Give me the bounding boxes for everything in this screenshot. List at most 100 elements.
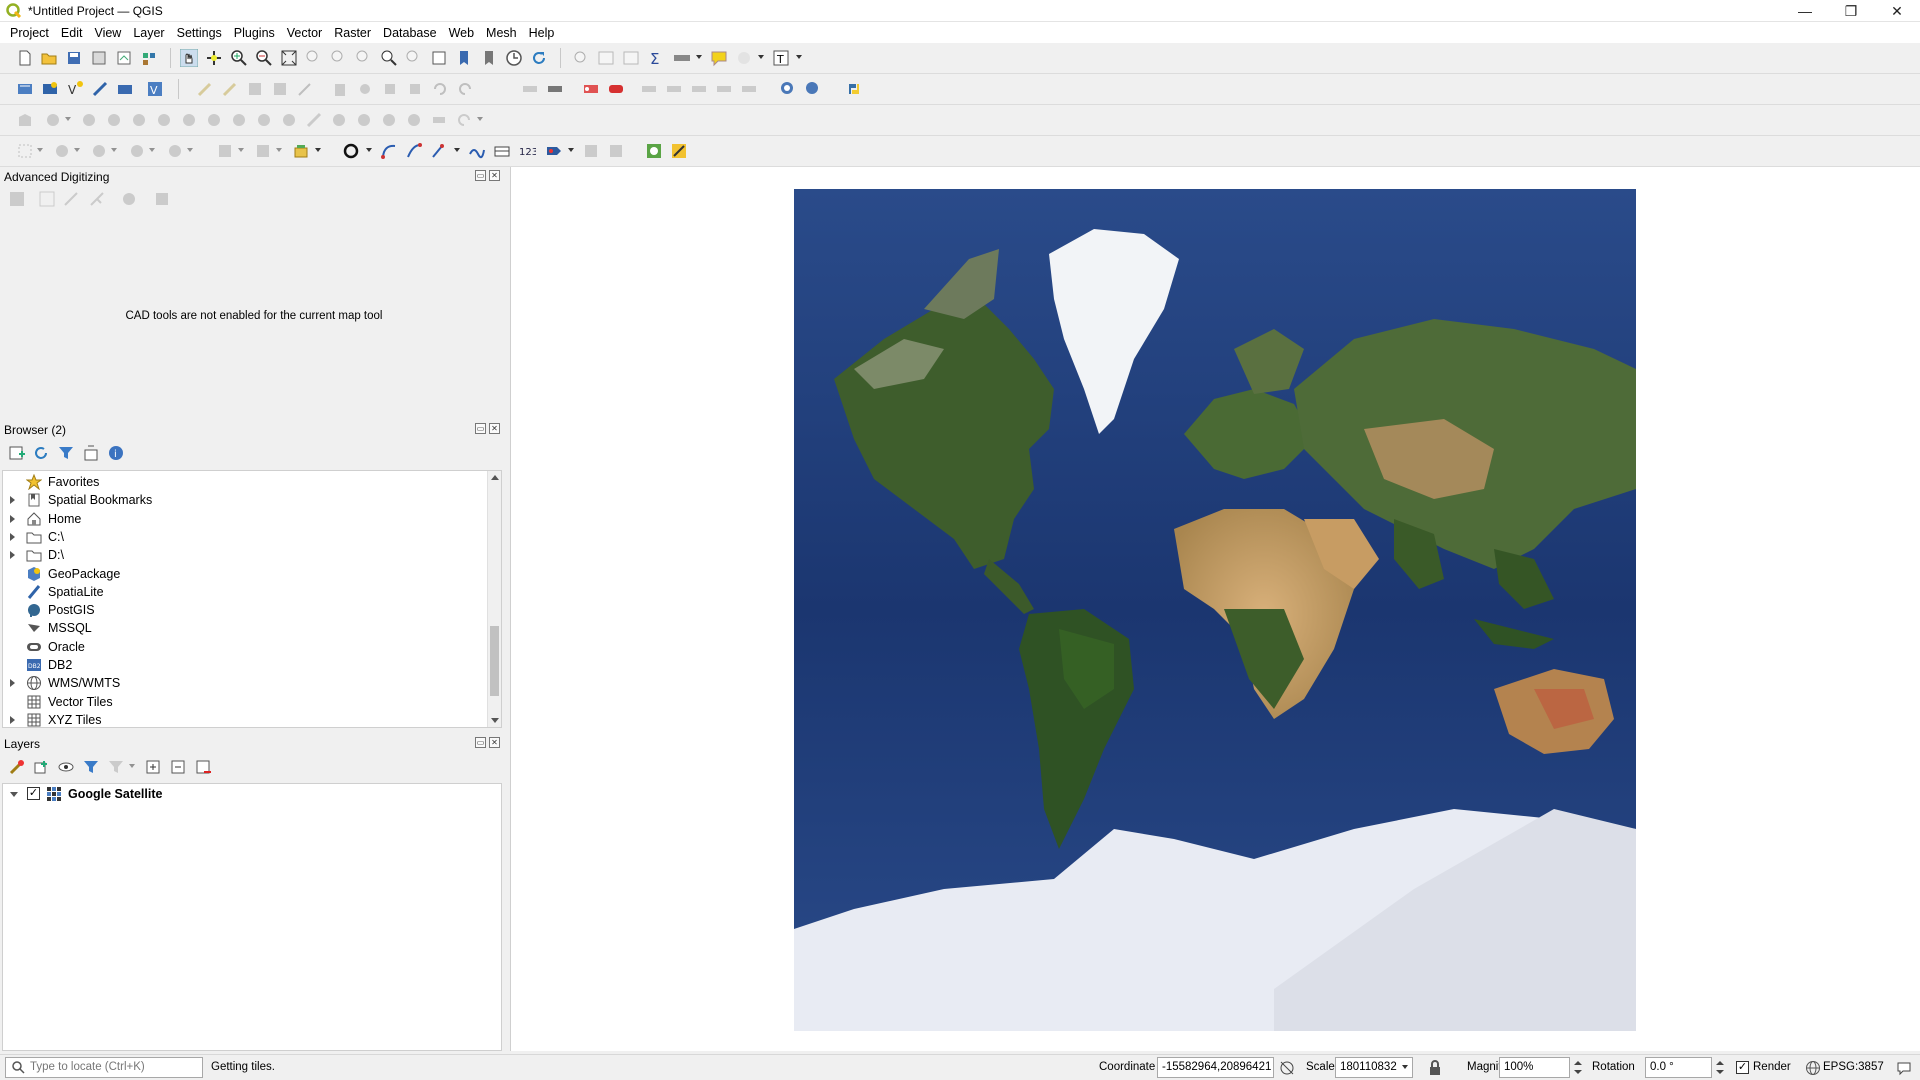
offset-point-symbols-icon[interactable] [405,111,423,129]
model-designer-icon[interactable] [670,142,688,160]
expand-all-icon[interactable] [144,758,162,776]
magnifier-field[interactable]: 100% [1499,1057,1570,1078]
geometry-checker-icon[interactable] [607,142,625,160]
label-pin-icon[interactable] [546,80,564,98]
browser-item[interactable]: C:\ [3,528,489,546]
enable-cad-icon[interactable] [8,190,26,208]
zoom-full-icon[interactable] [280,49,298,67]
paste-features-icon[interactable] [406,80,424,98]
new-mesh-layer-icon[interactable]: V [146,80,164,98]
menu-settings[interactable]: Settings [171,26,228,40]
copy-features-icon[interactable] [381,80,399,98]
delete-selected-icon[interactable] [331,80,349,98]
add-ring-icon[interactable] [44,111,62,129]
map-tips-icon[interactable] [710,49,728,67]
lock-scale-icon[interactable] [1428,1060,1442,1076]
browser-tree[interactable]: XYZ Tiles Vector Tiles WMS/WMTS DB2 DB2 Oracl… [2,470,502,728]
crs-globe-icon[interactable] [1805,1060,1821,1076]
remove-layer-icon[interactable] [194,758,212,776]
tracing-icon[interactable] [468,142,486,160]
processing-toolbox-icon[interactable] [645,142,663,160]
delete-part-icon[interactable] [155,111,173,129]
menu-database[interactable]: Database [377,26,443,40]
layers-tree[interactable]: ✓ Google Satellite [2,783,502,1051]
metasearch-icon[interactable] [779,80,797,98]
add-group-icon[interactable] [32,758,50,776]
add-selected-layers-icon[interactable] [8,444,26,462]
zoom-in-icon[interactable] [230,49,248,67]
browser-item[interactable]: Favorites [3,473,489,491]
minimize-button[interactable]: — [1782,0,1828,22]
new-spatialite-layer-icon[interactable] [91,80,109,98]
measure-icon[interactable] [673,49,691,67]
pan-to-selection-icon[interactable] [205,49,223,67]
browser-item[interactable]: DB2 DB2 [3,656,489,674]
data-source-manager-icon[interactable] [16,80,34,98]
browser-item[interactable]: Spatial Bookmarks [3,491,489,509]
menu-raster[interactable]: Raster [328,26,377,40]
snap-to-grid-icon[interactable] [120,190,138,208]
layer-diagram-icon[interactable] [607,80,625,98]
identify-icon[interactable] [572,49,590,67]
menu-mesh[interactable]: Mesh [480,26,523,40]
menu-edit[interactable]: Edit [55,26,89,40]
satellite-world-map[interactable] [794,189,1636,1031]
save-project-icon[interactable] [65,49,83,67]
close-panel-button[interactable]: ✕ [489,737,500,748]
select-tools-icon[interactable] [735,49,753,67]
split-features-icon[interactable] [280,111,298,129]
filter-legend-icon[interactable] [82,758,100,776]
close-panel-button[interactable]: ✕ [489,423,500,434]
cad-settings-icon[interactable] [153,190,171,208]
highlight-pinned-labels-icon[interactable] [640,80,658,98]
new-virtual-layer-icon[interactable] [116,80,134,98]
offset-curve-icon[interactable] [205,111,223,129]
select-by-value-icon[interactable] [53,142,71,160]
refresh-icon[interactable] [530,49,548,67]
delete-ring-icon[interactable] [130,111,148,129]
collapse-all-layers-icon[interactable] [169,758,187,776]
render-checkbox[interactable]: ✓ [1736,1061,1749,1074]
zoom-next-icon[interactable] [405,49,423,67]
fill-ring-icon[interactable] [105,111,123,129]
current-edits-icon[interactable] [196,80,214,98]
expression-select-icon[interactable] [166,142,184,160]
magnifier-spinner[interactable] [1572,1057,1584,1078]
add-feature-icon[interactable] [271,80,289,98]
rotate-label-icon[interactable] [690,80,708,98]
filter-by-expression-icon[interactable] [107,758,125,776]
change-label-icon[interactable] [715,80,733,98]
layer-visibility-checkbox[interactable]: ✓ [27,787,40,800]
locator-input[interactable]: Type to locate (Ctrl+K) [5,1057,203,1078]
split-parts-icon[interactable] [305,111,323,129]
redo-digitize-icon[interactable] [455,111,473,129]
menu-plugins[interactable]: Plugins [228,26,281,40]
select-by-polygon-icon[interactable] [292,142,310,160]
digitize-arc-icon[interactable] [405,142,423,160]
menu-vector[interactable]: Vector [281,26,328,40]
expand-arrow-icon[interactable] [10,715,15,724]
zoom-out-icon[interactable] [255,49,273,67]
layer-labeling-icon[interactable] [582,80,600,98]
vertex-tool-icon[interactable] [296,80,314,98]
filter-browser-icon[interactable] [57,444,75,462]
open-attribute-table-icon[interactable] [597,49,615,67]
metasearch-options-icon[interactable] [804,80,822,98]
save-layer-edits-icon[interactable] [246,80,264,98]
temporal-controller-icon[interactable] [505,49,523,67]
close-panel-button[interactable]: ✕ [489,170,500,181]
parallel-icon[interactable] [62,190,80,208]
collapse-arrow-icon[interactable] [10,792,18,797]
merge-features-icon[interactable] [330,111,348,129]
digitize-polygon-icon[interactable] [16,111,34,129]
coordinate-field[interactable]: -15582964,20896421 [1157,1057,1274,1078]
menu-web[interactable]: Web [443,26,480,40]
browser-item[interactable]: MSSQL [3,619,489,637]
avoid-overlap-icon[interactable] [582,142,600,160]
undock-button[interactable]: ▭ [475,737,486,748]
menu-view[interactable]: View [88,26,127,40]
new-project-icon[interactable] [16,49,34,67]
new-shapefile-layer-icon[interactable]: V [66,80,84,98]
properties-info-icon[interactable]: i [107,444,125,462]
field-calculator-icon[interactable] [622,49,640,67]
